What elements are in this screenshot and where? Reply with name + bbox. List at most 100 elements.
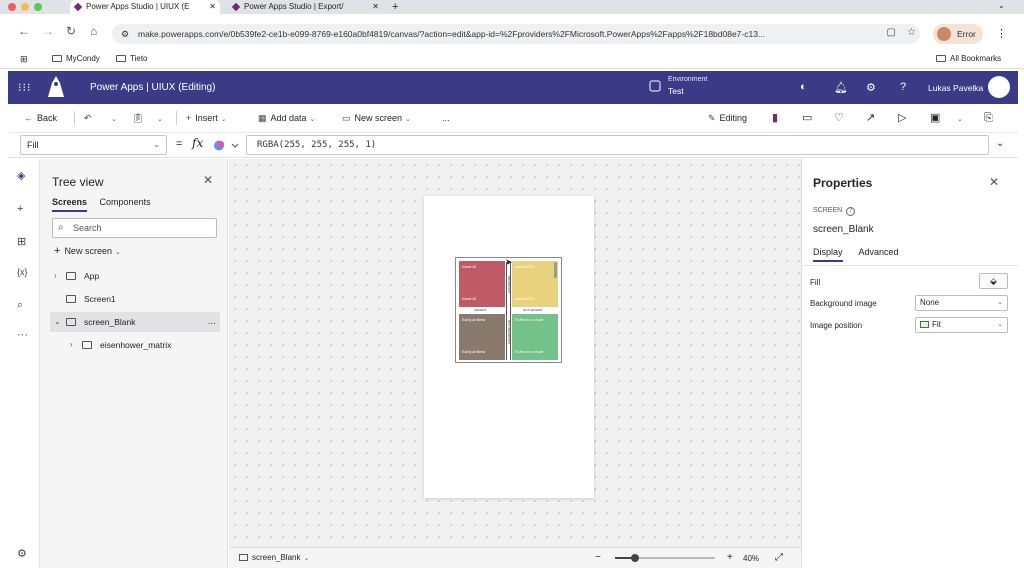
tab-components[interactable]: Components: [100, 197, 151, 207]
waffle-icon[interactable]: ⁝⁝⁝: [18, 81, 32, 94]
quadrant-urgent-important[interactable]: Invest 45 Invest 45: [459, 261, 505, 307]
control-name[interactable]: screen_Blank: [813, 224, 874, 235]
back-button[interactable]: ← Back: [24, 112, 57, 124]
tab-advanced[interactable]: Advanced: [859, 247, 899, 257]
home-icon[interactable]: ⌂: [90, 25, 97, 37]
fx-icon[interactable]: fx: [192, 136, 203, 150]
image-position-dropdown[interactable]: Fit ⌄: [915, 317, 1008, 333]
chevron-down-icon: ⌄: [157, 116, 163, 123]
app-checker-icon[interactable]: ▮: [772, 112, 778, 124]
close-tab-icon[interactable]: ✕: [209, 0, 216, 14]
more-commands-button[interactable]: ...: [442, 112, 450, 124]
play-icon[interactable]: ▷: [898, 112, 906, 124]
screen-blank-preview[interactable]: Invest 45 Invest 45 Invest 10 % Invest 1…: [424, 196, 594, 498]
property-dropdown[interactable]: Fill ⌄: [20, 135, 167, 155]
bookmark-folder[interactable]: MyCondy: [52, 54, 100, 64]
settings-gear-icon[interactable]: ⚙: [866, 81, 876, 94]
chevron-right-icon[interactable]: ›: [70, 335, 73, 355]
data-icon[interactable]: ⊞: [17, 235, 26, 248]
add-data-button[interactable]: ▦ Add data ⌄: [258, 112, 315, 126]
zoom-slider-knob[interactable]: [631, 554, 639, 562]
more-icon[interactable]: ···: [17, 329, 28, 341]
browser-menu-icon[interactable]: ⋮: [996, 27, 1007, 40]
tree-node-screen1[interactable]: Screen1: [50, 289, 220, 309]
all-bookmarks-button[interactable]: All Bookmarks: [936, 54, 1001, 64]
properties-title: Properties: [813, 176, 873, 190]
browser-tab-active[interactable]: Power Apps Studio | UIUX (E ✕: [70, 0, 220, 14]
help-icon[interactable]: ?: [846, 207, 856, 216]
close-icon[interactable]: ✕: [203, 173, 213, 187]
quadrant-urgent-not-important[interactable]: Easily all items Easily all items: [459, 314, 505, 360]
publish-icon[interactable]: ⎘: [984, 112, 993, 124]
paste-button[interactable]: 📋︎: [132, 112, 147, 124]
variables-icon[interactable]: {x}: [17, 267, 28, 277]
browser-tab[interactable]: Power Apps Studio | Export/ ✕: [228, 0, 383, 14]
properties-tabs: Display Advanced: [813, 247, 913, 262]
quadrant-not-urgent-important[interactable]: Invest 10 % Invest 10 %: [512, 261, 558, 307]
search-icon[interactable]: ⌕: [17, 299, 23, 312]
new-screen-button[interactable]: ▭ New screen ⌄: [342, 112, 411, 126]
fill-color-button[interactable]: ⬙: [979, 273, 1008, 289]
insert-plus-icon[interactable]: +: [17, 203, 23, 215]
paste-dropdown[interactable]: ⌄: [154, 112, 163, 126]
apps-grid-icon[interactable]: ⊞: [20, 54, 28, 64]
notifications-icon[interactable]: 🔔︎: [834, 81, 848, 94]
close-window-button[interactable]: [8, 3, 16, 11]
install-icon[interactable]: ▢: [887, 27, 896, 38]
zoom-out-button[interactable]: −: [595, 552, 601, 563]
new-tab-button[interactable]: +: [392, 0, 398, 14]
forward-arrow-icon[interactable]: →: [42, 25, 54, 37]
design-canvas[interactable]: Invest 45 Invest 45 Invest 10 % Invest 1…: [229, 159, 801, 547]
site-info-icon[interactable]: ⚙: [121, 24, 129, 44]
chevron-right-icon[interactable]: ›: [54, 266, 57, 286]
undo-dropdown[interactable]: ⌄: [108, 112, 117, 126]
undo-button[interactable]: ↶: [84, 112, 96, 124]
chevron-down-icon[interactable]: ⌄: [54, 312, 61, 332]
profile-error-button[interactable]: Error: [933, 24, 983, 44]
zoom-in-button[interactable]: +: [727, 552, 733, 563]
url-field[interactable]: ⚙ make.powerapps.com/e/0b539fe2-ce1b-e09…: [112, 24, 920, 44]
tab-display[interactable]: Display: [813, 247, 843, 262]
tree-node-screen-blank[interactable]: ⌄ screen_Blank ...: [50, 312, 220, 332]
share-icon[interactable]: ↗: [866, 112, 875, 124]
quadrant-not-urgent-not-important[interactable]: To find in a minute To find in a minute: [512, 314, 558, 360]
scrollbar[interactable]: [554, 262, 557, 278]
background-image-dropdown[interactable]: None ⌄: [915, 295, 1008, 311]
close-icon[interactable]: ✕: [989, 175, 999, 189]
comments-icon[interactable]: ▭: [802, 112, 812, 124]
more-options-button[interactable]: ...: [208, 312, 216, 332]
copilot-icon[interactable]: ◐: [800, 81, 807, 93]
paint-bucket-icon: ⬙: [990, 276, 997, 286]
maximize-window-button[interactable]: [34, 3, 42, 11]
tree-node-app[interactable]: › App: [50, 266, 220, 286]
help-icon[interactable]: ?: [900, 81, 906, 93]
fit-to-window-icon[interactable]: ⤢: [775, 552, 783, 563]
all-bookmarks-label: All Bookmarks: [950, 54, 1002, 63]
health-icon[interactable]: ♡: [834, 112, 844, 124]
settings-gear-icon[interactable]: ⚙: [17, 547, 27, 560]
layers-icon[interactable]: ◈: [17, 169, 25, 182]
bookmark-folder[interactable]: Tieto: [116, 54, 148, 64]
tab-screens[interactable]: Screens: [52, 197, 88, 212]
eisenhower-matrix[interactable]: Invest 45 Invest 45 Invest 10 % Invest 1…: [455, 257, 562, 363]
bookmark-star-icon[interactable]: ☆: [907, 27, 916, 38]
zoom-slider[interactable]: [615, 554, 715, 562]
back-arrow-icon[interactable]: ←: [18, 25, 30, 37]
screen-selector[interactable]: screen_Blank ⌄: [239, 553, 309, 562]
tree-node-eisenhower-matrix[interactable]: › eisenhower_matrix: [50, 335, 220, 355]
reload-icon[interactable]: ↻: [66, 25, 76, 37]
tab-search-icon[interactable]: ⌄: [998, 1, 1005, 10]
copilot-formula-icon[interactable]: [212, 138, 242, 153]
minimize-window-button[interactable]: [21, 3, 29, 11]
close-tab-icon[interactable]: ✕: [372, 0, 379, 14]
editing-status[interactable]: ✎ Editing: [708, 112, 747, 124]
save-dropdown[interactable]: ⌄: [954, 112, 963, 126]
user-avatar[interactable]: [988, 76, 1010, 98]
insert-button[interactable]: + Insert ⌄: [186, 112, 227, 126]
formula-input[interactable]: RGBA(255, 255, 255, 1): [246, 135, 989, 155]
save-icon[interactable]: ▣: [930, 112, 940, 124]
expand-formula-icon[interactable]: ⌄: [996, 138, 1004, 149]
tree-search-input[interactable]: ⌕ Search: [52, 218, 217, 238]
environment-value[interactable]: Test: [668, 86, 684, 96]
new-screen-button[interactable]: + New screen ⌄: [54, 245, 121, 257]
